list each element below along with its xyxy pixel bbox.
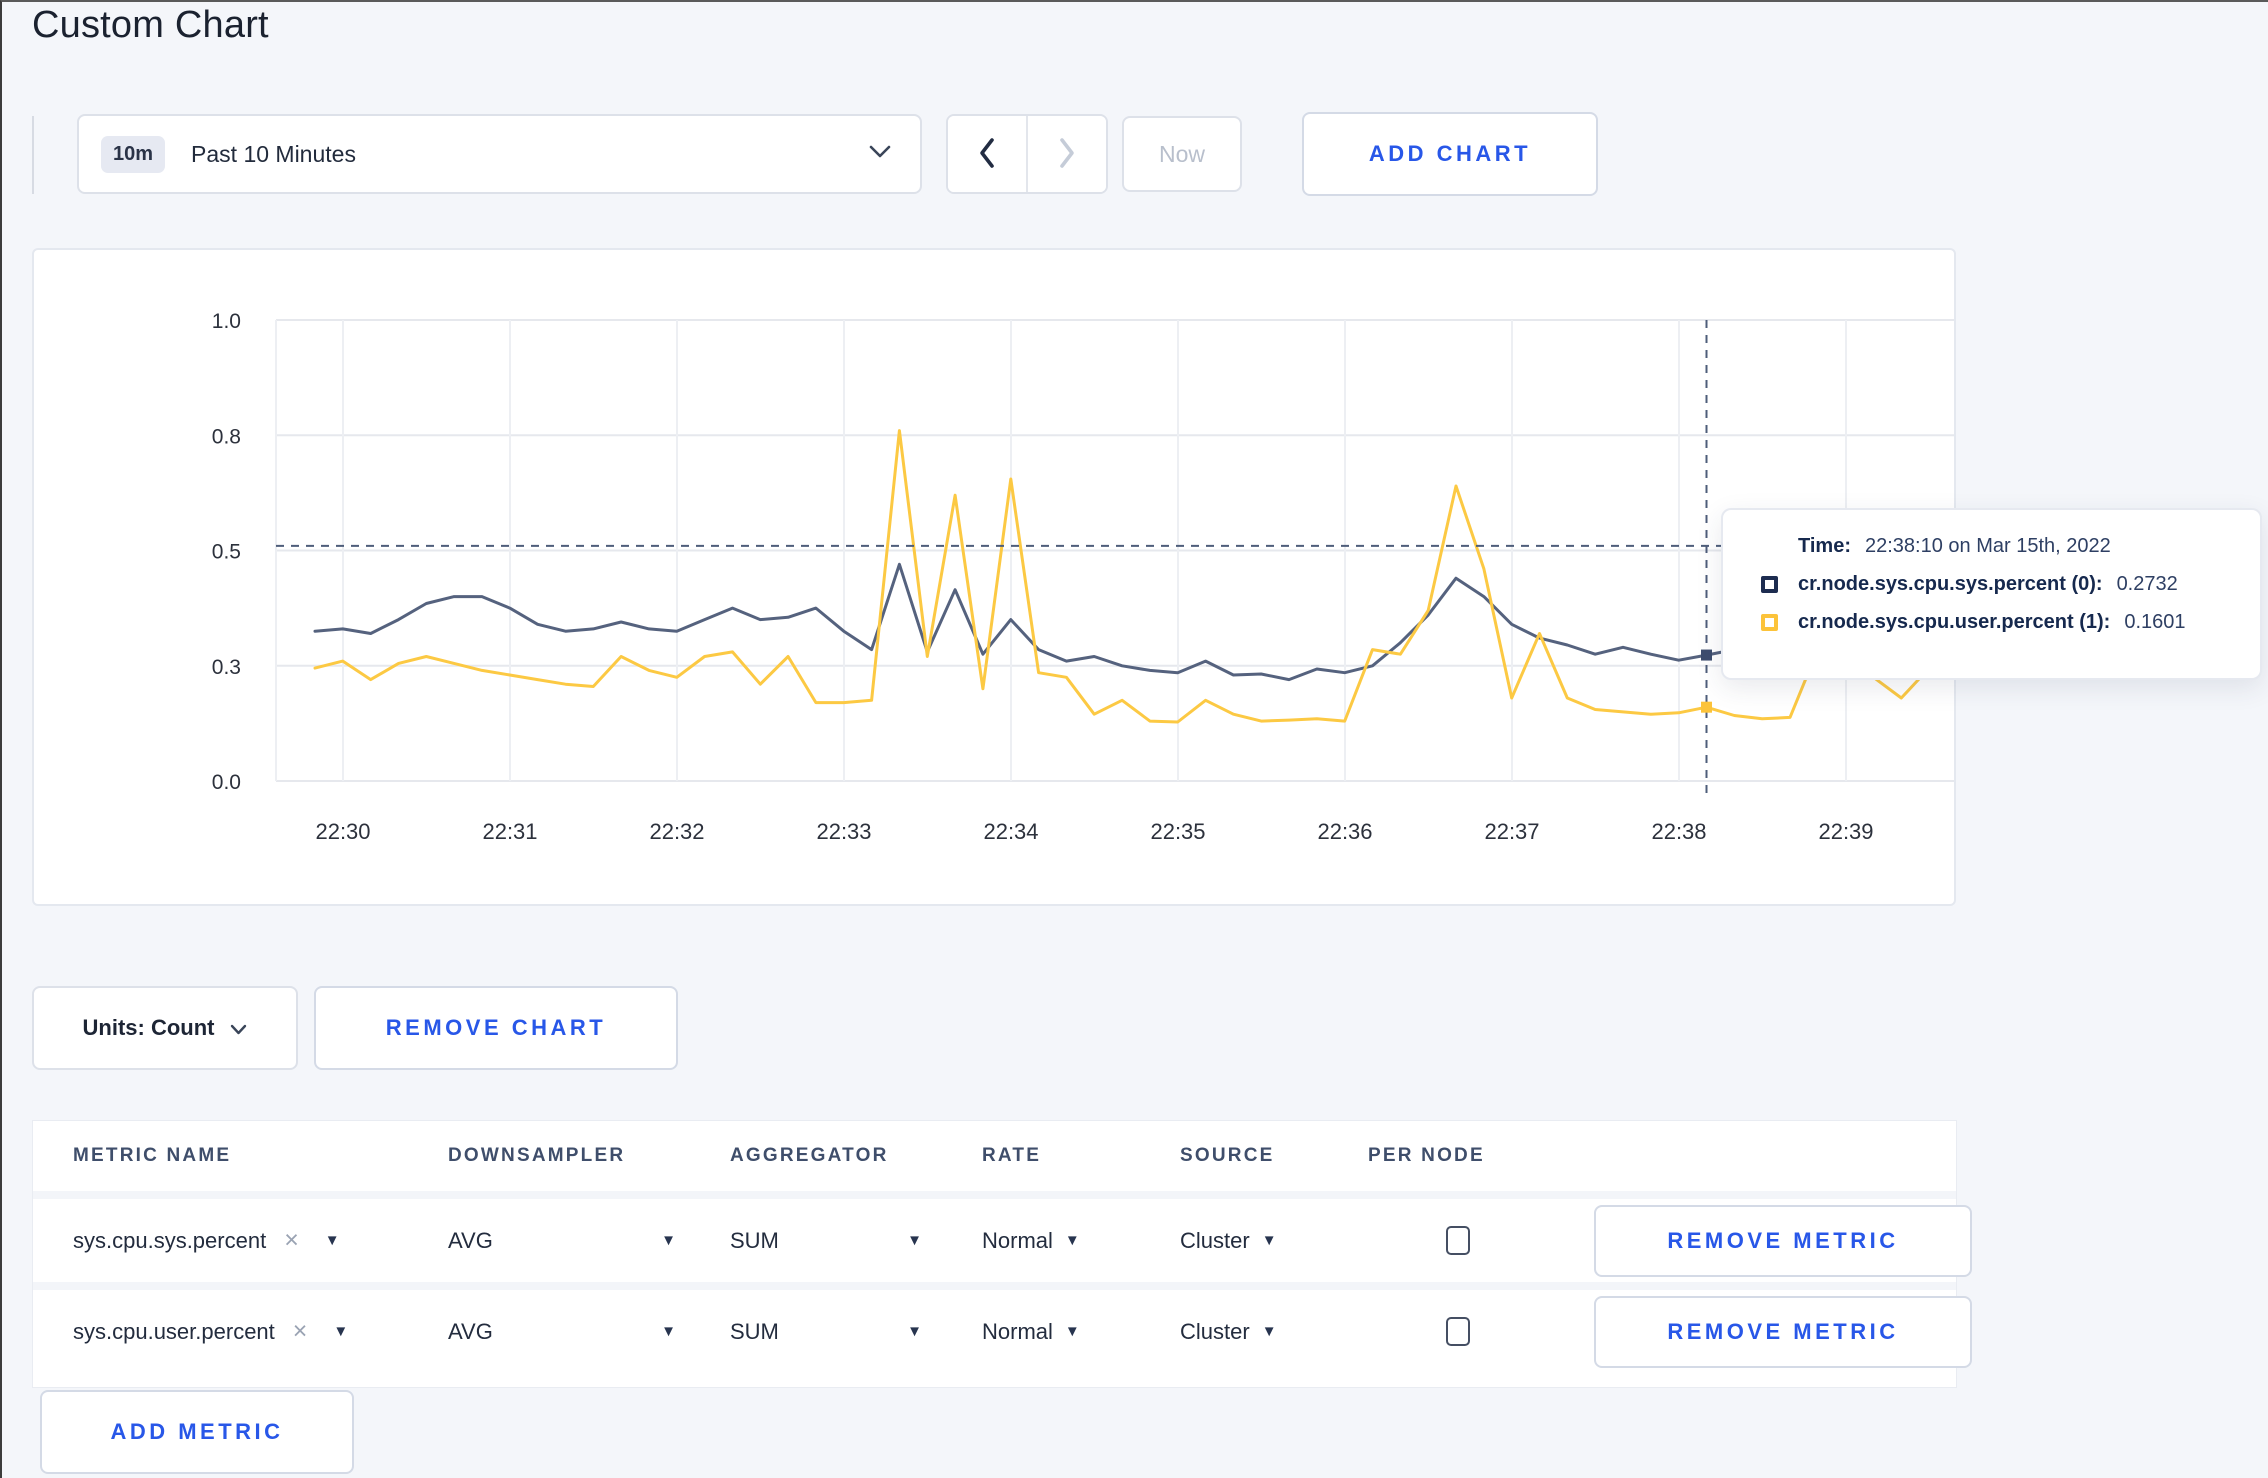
rate-select[interactable]: Normal ▼ — [982, 1228, 1180, 1254]
metric-dropdown-icon[interactable]: ▼ — [333, 1324, 348, 1339]
metric-name-value: sys.cpu.user.percent — [73, 1318, 275, 1344]
chevron-down-icon — [868, 144, 892, 164]
tooltip-series-value: 0.2732 — [2116, 573, 2178, 595]
metric-dropdown-icon[interactable]: ▼ — [325, 1233, 340, 1248]
tooltip-series-label: cr.node.sys.cpu.sys.percent (0): — [1798, 573, 2103, 595]
svg-text:0.3: 0.3 — [212, 656, 241, 679]
per-node-checkbox[interactable] — [1446, 1317, 1470, 1346]
remove-metric-button[interactable]: REMOVE METRIC — [1594, 1295, 1972, 1368]
svg-text:22:32: 22:32 — [649, 819, 704, 844]
dropdown-arrow-icon: ▼ — [1064, 1232, 1080, 1249]
dropdown-arrow-icon: ▼ — [661, 1232, 676, 1249]
col-header-per-node: PER NODE — [1368, 1145, 1485, 1166]
source-select[interactable]: Cluster ▼ — [1180, 1319, 1368, 1345]
tooltip-time-row: Time: 22:38:10 on Mar 15th, 2022 — [1761, 535, 2250, 558]
svg-text:22:37: 22:37 — [1484, 819, 1539, 844]
clear-metric-icon[interactable]: × — [284, 1228, 299, 1253]
svg-text:0.8: 0.8 — [212, 425, 241, 448]
metric-row: sys.cpu.sys.percent × ▼ AVG ▼ SUM ▼ Norm… — [33, 1191, 1972, 1282]
tooltip-series-label: cr.node.sys.cpu.user.percent (1): — [1798, 611, 2111, 633]
col-header-metric-name: METRIC NAME — [73, 1145, 232, 1166]
timeseries-chart[interactable]: 0.0 0.3 0.5 0.8 1.0 22:30 22:31 22:32 22:33 22:34… — [34, 250, 1954, 904]
aggregator-select[interactable]: SUM ▼ — [730, 1228, 922, 1254]
source-select[interactable]: Cluster ▼ — [1180, 1228, 1368, 1254]
chart-tooltip: Time: 22:38:10 on Mar 15th, 2022 cr.node… — [1721, 508, 2262, 680]
svg-text:22:34: 22:34 — [983, 819, 1038, 844]
chart-card: 0.0 0.3 0.5 0.8 1.0 22:30 22:31 22:32 22:33 22:34… — [32, 248, 1956, 906]
downsampler-select[interactable]: AVG ▼ — [448, 1319, 676, 1345]
svg-text:22:36: 22:36 — [1317, 819, 1372, 844]
add-metric-button[interactable]: ADD METRIC — [40, 1390, 354, 1474]
time-range-select[interactable]: 10m Past 10 Minutes — [77, 114, 922, 194]
col-header-aggregator: AGGREGATOR — [730, 1145, 889, 1166]
clear-metric-icon[interactable]: × — [293, 1319, 308, 1344]
units-label: Units: Count — [82, 1015, 215, 1040]
col-header-rate: RATE — [982, 1145, 1042, 1166]
dropdown-arrow-icon: ▼ — [1261, 1323, 1277, 1340]
user-series-swatch-icon — [1761, 614, 1778, 631]
dropdown-arrow-icon: ▼ — [1261, 1232, 1277, 1249]
time-back-button[interactable] — [948, 116, 1028, 192]
svg-text:22:38: 22:38 — [1651, 819, 1706, 844]
per-node-checkbox[interactable] — [1446, 1226, 1470, 1255]
tooltip-time-label: Time: — [1798, 535, 1851, 557]
downsampler-select[interactable]: AVG ▼ — [448, 1228, 676, 1254]
svg-text:22:31: 22:31 — [482, 819, 537, 844]
svg-text:22:30: 22:30 — [315, 819, 370, 844]
time-range-label: Past 10 Minutes — [191, 140, 356, 167]
tooltip-series-value: 0.1601 — [2124, 611, 2186, 633]
svg-text:22:35: 22:35 — [1150, 819, 1205, 844]
remove-metric-button[interactable]: REMOVE METRIC — [1594, 1204, 1972, 1277]
svg-text:0.5: 0.5 — [212, 541, 241, 564]
tooltip-time-value: 22:38:10 on Mar 15th, 2022 — [1864, 535, 2111, 557]
metrics-table-header: METRIC NAME DOWNSAMPLER AGGREGATOR RATE … — [33, 1121, 1956, 1191]
metric-name-value: sys.cpu.sys.percent — [73, 1227, 267, 1253]
dropdown-arrow-icon: ▼ — [907, 1323, 922, 1340]
dropdown-arrow-icon: ▼ — [1064, 1323, 1080, 1340]
dropdown-arrow-icon: ▼ — [907, 1232, 922, 1249]
col-header-source: SOURCE — [1180, 1145, 1275, 1166]
dropdown-arrow-icon: ▼ — [661, 1323, 676, 1340]
page-title: Custom Chart — [32, 4, 269, 46]
add-chart-button[interactable]: ADD CHART — [1302, 112, 1598, 196]
col-header-downsampler: DOWNSAMPLER — [448, 1145, 626, 1166]
aggregator-select[interactable]: SUM ▼ — [730, 1319, 922, 1345]
chevron-right-icon — [1056, 136, 1078, 173]
time-range-badge: 10m — [101, 135, 166, 173]
remove-chart-button[interactable]: REMOVE CHART — [314, 986, 678, 1070]
chevron-down-icon — [230, 1015, 247, 1041]
metrics-table: METRIC NAME DOWNSAMPLER AGGREGATOR RATE … — [32, 1120, 1972, 1388]
svg-text:0.0: 0.0 — [212, 771, 241, 794]
units-select[interactable]: Units: Count — [32, 986, 298, 1070]
tooltip-series-row: cr.node.sys.cpu.sys.percent (0): 0.2732 — [1761, 573, 2250, 596]
custom-chart-page: Custom Chart 10m Past 10 Minutes Now ADD… — [0, 0, 2268, 1478]
metric-row: sys.cpu.user.percent × ▼ AVG ▼ SUM ▼ Nor… — [33, 1282, 1972, 1373]
tooltip-series-row: cr.node.sys.cpu.user.percent (1): 0.1601 — [1761, 611, 2250, 634]
svg-text:1.0: 1.0 — [212, 310, 241, 333]
svg-text:22:39: 22:39 — [1818, 819, 1873, 844]
time-forward-button[interactable] — [1028, 116, 1106, 192]
time-pager — [946, 114, 1108, 194]
toolbar-divider — [32, 116, 34, 194]
sys-series-swatch-icon — [1761, 576, 1778, 593]
svg-text:22:33: 22:33 — [816, 819, 871, 844]
rate-select[interactable]: Normal ▼ — [982, 1319, 1180, 1345]
chevron-left-icon — [976, 136, 998, 173]
now-button[interactable]: Now — [1122, 116, 1242, 192]
